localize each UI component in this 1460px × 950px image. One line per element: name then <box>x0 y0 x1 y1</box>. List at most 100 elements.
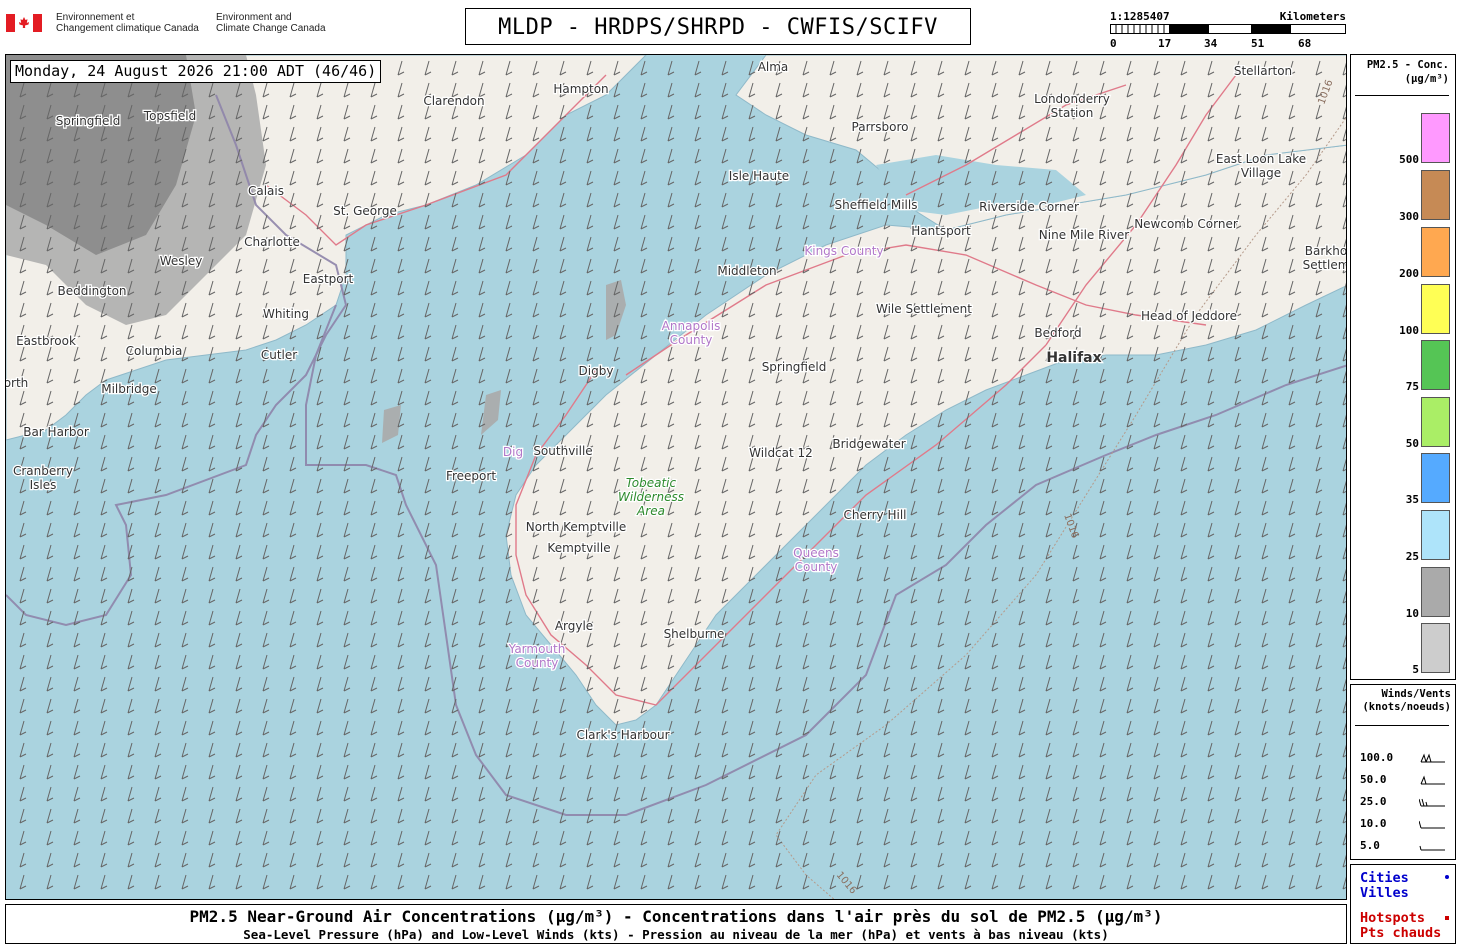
place-label: orth <box>6 376 28 390</box>
place-label: Hantsport <box>911 224 971 238</box>
place-label: Alma <box>758 60 789 74</box>
city-dot-icon <box>1445 875 1449 879</box>
legend-level-label: 100 <box>1399 324 1419 337</box>
place-label: Hampton <box>553 82 608 96</box>
place-label: Wile Settlement <box>876 302 972 316</box>
place-label: Digby <box>579 364 614 378</box>
place-label: Eastbrook <box>16 334 76 348</box>
place-label: Head of Jeddore <box>1141 309 1237 323</box>
wind-speed-label: 100.0 <box>1360 751 1394 764</box>
map-panel[interactable]: Alma Stellarton Hampton Clarendon Londonderr… <box>5 54 1347 900</box>
place-label: Annapolis County <box>662 319 721 347</box>
place-label: Beddington <box>57 284 126 298</box>
legend-title: PM2.5 - Conc. (µg/m³) <box>1366 59 1449 85</box>
legend-level-label: 500 <box>1399 153 1419 166</box>
legend-swatch <box>1421 397 1450 447</box>
place-label: St. George <box>333 204 397 218</box>
legend-level-label: 10 <box>1405 607 1419 620</box>
place-label: Cutler <box>261 348 297 362</box>
wind-speed-label: 25.0 <box>1360 795 1387 808</box>
wind-barb-icon <box>1419 845 1445 851</box>
wind-speed-label: 5.0 <box>1360 839 1380 852</box>
pm25-legend: PM2.5 - Conc. (µg/m³) 500 300 200 100 75 50 35 2… <box>1350 54 1456 680</box>
place-label: Shelburne <box>664 627 725 641</box>
hotspot-square-icon <box>1445 916 1449 920</box>
winds-legend-title: Winds/Vents (knots/noeuds) <box>1362 688 1451 713</box>
place-label: Riverside Corner <box>979 200 1079 214</box>
scale-tick: 0 <box>1110 37 1117 50</box>
place-label: Cherry Hill <box>844 508 907 522</box>
place-label: Clark's Harbour <box>576 728 669 742</box>
legend-swatch <box>1421 510 1450 560</box>
government-signature: Environnement et Changement climatique Ca… <box>6 12 336 42</box>
department-name-fr: Environnement et Changement climatique Ca… <box>56 12 199 34</box>
wind-speed-label: 10.0 <box>1360 817 1387 830</box>
place-label: Charlotte <box>244 235 300 249</box>
place-label: Springfield <box>762 360 827 374</box>
legend-level-label: 50 <box>1405 437 1419 450</box>
legend-swatch <box>1421 227 1450 277</box>
place-label: Kemptville <box>547 541 610 555</box>
place-label: Springfield <box>56 114 121 128</box>
canada-flag-icon <box>6 14 42 32</box>
map-key: Cities Villes Hotspots Pts chauds <box>1350 864 1456 944</box>
place-label: Milbridge <box>101 382 157 396</box>
wind-barb-icon <box>1420 753 1445 763</box>
place-label: Dig <box>503 445 523 459</box>
wind-speed-label: 50.0 <box>1360 773 1387 786</box>
caption-sub: Sea-Level Pressure (hPa) and Low-Level W… <box>243 927 1109 942</box>
place-label: Clarendon <box>423 94 484 108</box>
caption-main: PM2.5 Near-Ground Air Concentrations (µg… <box>189 907 1163 926</box>
place-label: Argyle <box>555 619 593 633</box>
legend-swatch <box>1421 453 1450 503</box>
legend-swatch <box>1421 170 1450 220</box>
legend-level-label: 25 <box>1405 550 1419 563</box>
wind-barb-icon <box>1420 775 1445 785</box>
place-label: Stellarton <box>1234 64 1292 78</box>
place-label: Middleton <box>717 264 776 278</box>
scale-bar-graphic <box>1110 24 1346 34</box>
caption-box: PM2.5 Near-Ground Air Concentrations (µg… <box>5 904 1347 944</box>
place-label: Southville <box>533 444 592 458</box>
place-label: Parrsboro <box>852 120 909 134</box>
legend-level-label: 75 <box>1405 380 1419 393</box>
cities-key: Cities Villes <box>1360 870 1409 901</box>
hotspots-key: Hotspots Pts chauds <box>1360 910 1442 941</box>
place-label: Halifax <box>1046 350 1101 366</box>
product-title-box: MLDP - HRDPS/SHRPD - CWFIS/SCIFV <box>465 8 971 45</box>
legend-swatch <box>1421 567 1450 617</box>
map-canvas[interactable]: Alma StellartonHamptonClarendon Londonderr… <box>6 55 1347 900</box>
winds-divider <box>1355 725 1449 726</box>
place-label: Queens County <box>793 546 839 574</box>
place-label: Sheffield Mills <box>835 198 918 212</box>
place-label: Bridgewater <box>832 437 905 451</box>
place-label: Calais <box>248 184 284 198</box>
legend-swatch <box>1421 340 1450 390</box>
legend-swatch <box>1421 623 1450 673</box>
place-label: North Kemptville <box>526 520 627 534</box>
place-label: Whiting <box>263 307 309 321</box>
legend-level-label: 200 <box>1399 267 1419 280</box>
place-label: Yarmouth County <box>508 642 566 670</box>
place-label: Columbia <box>126 344 183 358</box>
legend-level-label: 35 <box>1405 493 1419 506</box>
legend-divider <box>1355 95 1449 96</box>
place-label: Topsfield <box>143 109 196 123</box>
wind-barb-icon <box>1419 820 1445 829</box>
scale-tick: 68 <box>1298 37 1312 50</box>
winds-legend: Winds/Vents (knots/noeuds) 100.0 50.0 25.0 1… <box>1350 684 1456 860</box>
place-label: Wildcat 12 <box>749 446 813 460</box>
place-label: Nine Mile River <box>1039 228 1129 242</box>
legend-level-label: 5 <box>1412 663 1419 676</box>
legend-swatch <box>1421 284 1450 334</box>
scale-tick: 34 <box>1204 37 1218 50</box>
legend-level-label: 300 <box>1399 210 1419 223</box>
scale-tick: 17 <box>1158 37 1172 50</box>
scale-tick: 51 <box>1251 37 1265 50</box>
place-label: Newcomb Corner <box>1134 217 1238 231</box>
place-label: Bedford <box>1034 326 1081 340</box>
scale-bar: 1:1285407 Kilometers 0 17 34 51 68 <box>1110 10 1350 50</box>
forecast-timestamp: Monday, 24 August 2026 21:00 ADT (46/46) <box>10 60 382 83</box>
scale-ratio: 1:1285407 <box>1110 10 1170 23</box>
place-label: Isle Haute <box>729 169 789 183</box>
